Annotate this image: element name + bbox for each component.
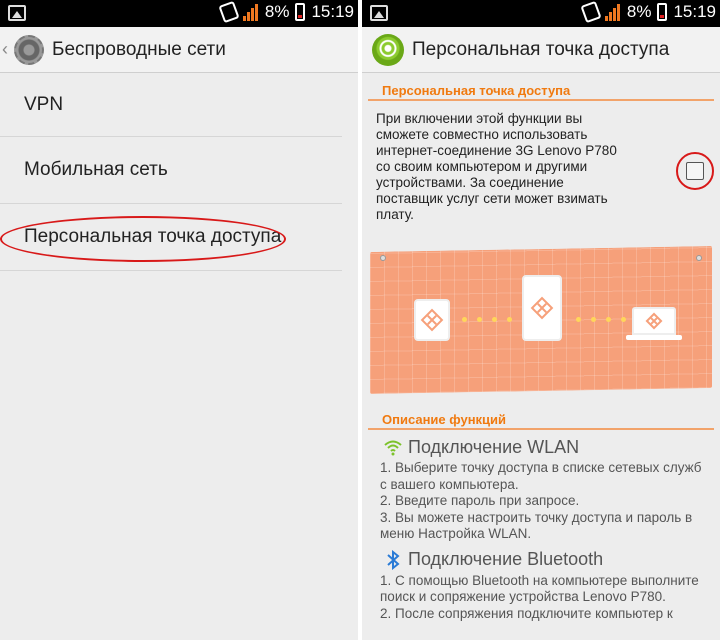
action-bar: Персональная точка доступа: [362, 27, 720, 73]
battery-percent: 8%: [264, 2, 290, 21]
signal-icon: [242, 3, 259, 21]
vibrate-icon: [580, 0, 602, 24]
phone-icon: [522, 275, 562, 341]
highlight-ellipse: [0, 216, 286, 262]
vibrate-icon: [218, 0, 240, 24]
status-bar: 8% 15:19: [362, 0, 720, 27]
bluetooth-title-label: Подключение Bluetooth: [408, 549, 604, 569]
action-bar: ‹ Беспроводные сети: [0, 27, 358, 73]
gallery-notification-icon: [8, 5, 26, 21]
page-title: Персональная точка доступа: [412, 38, 670, 60]
hotspot-illustration: [370, 246, 712, 394]
highlight-ellipse: [676, 152, 714, 190]
laptop-icon: [632, 307, 676, 335]
bluetooth-step: 2. После сопряжения подключите компьютер…: [380, 605, 673, 621]
wireless-networks-screen: 8% 15:19 ‹ Беспроводные сети VPN Мобильн…: [0, 0, 358, 640]
section-header-hotspot: Персональная точка доступа: [368, 81, 714, 101]
clock: 15:19: [311, 2, 354, 21]
battery-icon: [295, 3, 306, 21]
gear-icon[interactable]: [14, 34, 44, 65]
hotspot-checkbox[interactable]: [686, 162, 704, 180]
back-chevron-icon[interactable]: ‹: [2, 39, 12, 60]
menu-item-label: VPN: [24, 93, 64, 115]
wlan-title: Подключение WLAN: [362, 434, 720, 460]
bluetooth-title: Подключение Bluetooth: [362, 547, 720, 573]
section-header-features: Описание функций: [368, 410, 714, 430]
personal-hotspot-screen: 8% 15:19 Персональная точка доступа Перс…: [362, 0, 720, 640]
status-bar: 8% 15:19: [0, 0, 358, 27]
battery-icon: [657, 3, 668, 21]
tablet-icon: [414, 299, 450, 341]
gallery-notification-icon: [370, 5, 388, 21]
features-section: Описание функций Подключение WLAN 1. Выб…: [362, 410, 720, 622]
wlan-step: 1. Выберите точку доступа в списке сетев…: [380, 460, 702, 492]
pin-icon: [696, 255, 702, 261]
menu-item-label: Мобильная сеть: [24, 159, 168, 180]
menu-item-mobile-network[interactable]: Мобильная сеть: [0, 137, 342, 204]
signal-icon: [604, 3, 621, 21]
pin-icon: [380, 255, 386, 261]
bluetooth-step: 1. С помощью Bluetooth на компьютере вып…: [380, 572, 699, 605]
wlan-title-label: Подключение WLAN: [408, 436, 580, 457]
hotspot-description: При включении этой функции вы сможете со…: [376, 111, 617, 222]
hotspot-icon[interactable]: [372, 33, 404, 66]
page-title: Беспроводные сети: [52, 38, 226, 60]
clock: 15:19: [673, 2, 716, 21]
wlan-step: 3. Вы можете настроить точку доступа и п…: [380, 509, 693, 542]
battery-percent: 8%: [626, 2, 652, 21]
bluetooth-icon: [382, 549, 404, 570]
wifi-icon: [382, 437, 404, 457]
wlan-step: 2. Введите пароль при запросе.: [380, 493, 580, 508]
menu-item-vpn[interactable]: VPN: [0, 73, 342, 137]
laptop-base: [626, 335, 682, 340]
